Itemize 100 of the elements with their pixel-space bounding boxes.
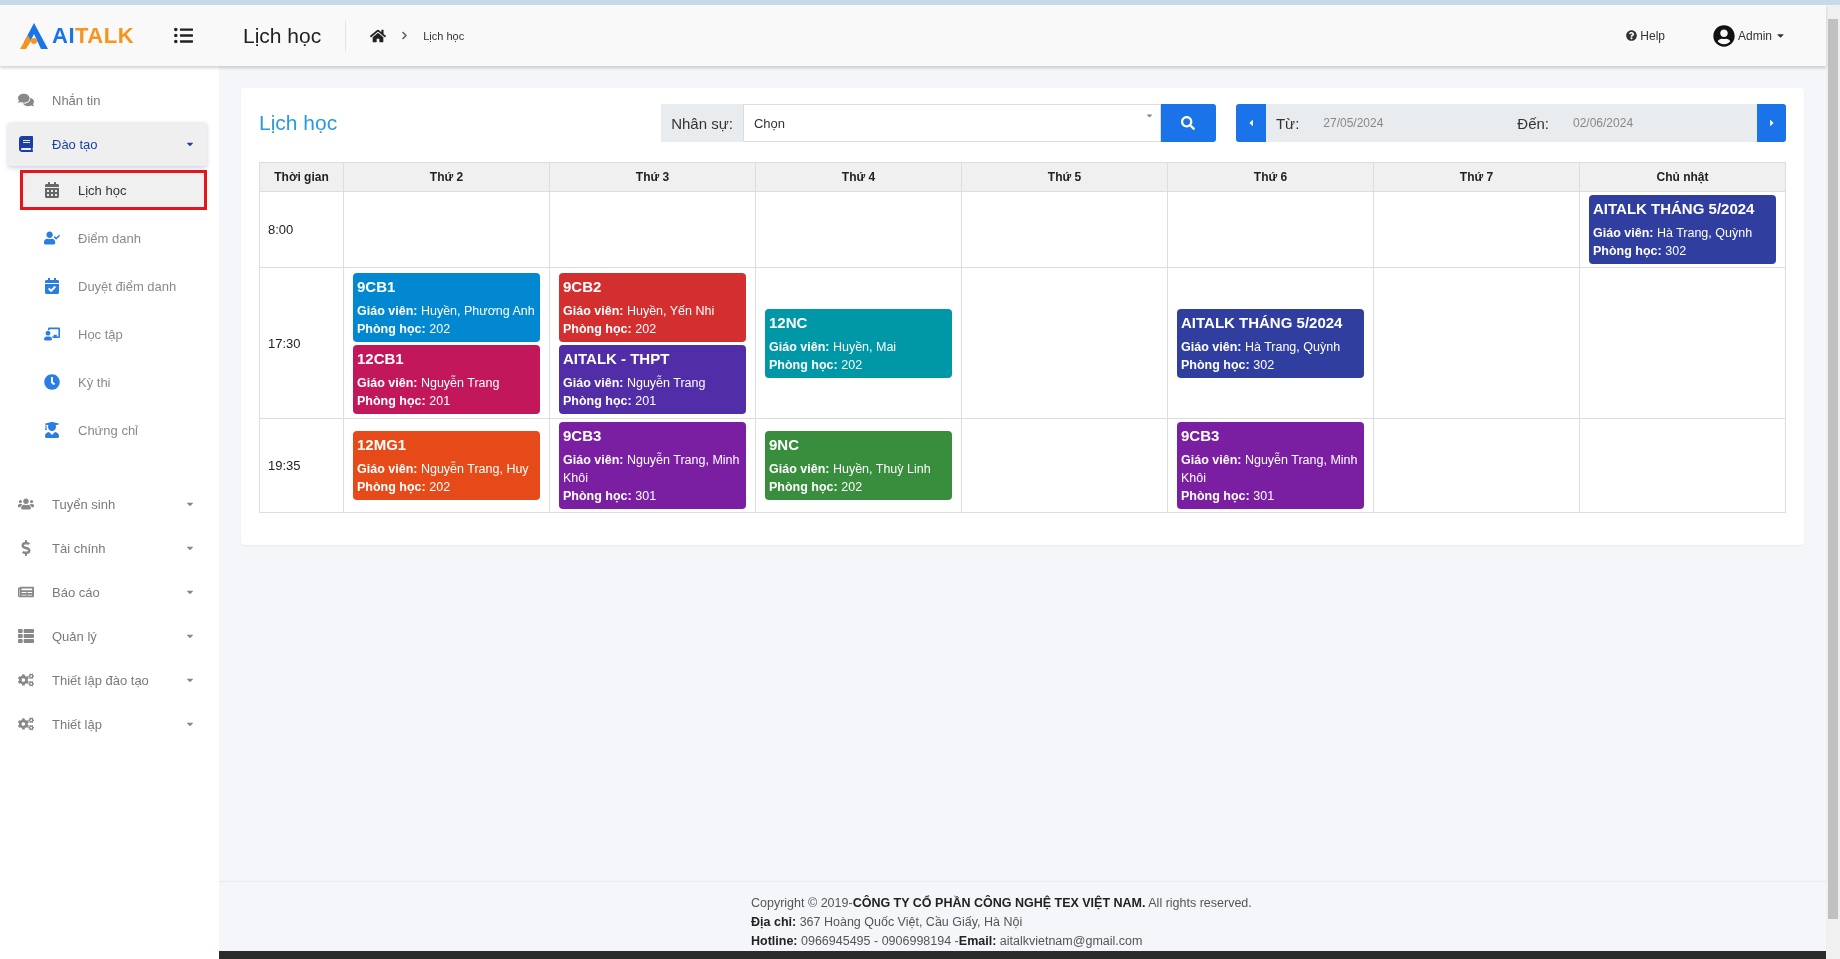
previous-button[interactable] [1235,104,1266,142]
class-title: 9CB2 [563,277,603,296]
to-date-field[interactable]: 02/06/2024 [1559,104,1757,142]
room-text: Phòng học: 301 [1181,488,1276,505]
room-text: Phòng học: 302 [1181,356,1276,374]
user-check-icon [44,230,60,246]
sidebar-subitem[interactable]: Điểm danh [20,218,207,258]
sidebar-item[interactable]: Thiết lập đào tạo [8,658,207,702]
teacher-text: Giáo viên: Huyền, Thuỳ Linh [769,461,932,478]
page-title: Lịch học [219,20,347,51]
column-header: Thứ 2 [343,162,550,192]
help-icon [1626,30,1638,41]
card-title: Lịch học [259,111,339,135]
footer-text: Copyright © 2019-CÔNG TY CỔ PHẦN CÔNG NGHỆ TEX VIỆT NAM. All rights reserved. [751,894,1253,912]
from-date-field[interactable]: 27/05/2024 [1309,104,1508,142]
room-text: Phòng học: 302 [1593,243,1688,260]
menu-icon[interactable] [174,26,194,45]
class-event[interactable]: AITALK - THPT Giáo viên: Nguyễn Trang Phòng học: 201 [559,344,746,414]
sidebar-subitem[interactable]: Học tập [20,314,207,354]
teacher-icon [44,326,60,342]
class-event[interactable]: 12NC Giáo viên: Huyền, Mai Phòng học: 202 [765,308,952,378]
teacher-text: Giáo viên: Hà Trang, Quỳnh [1593,225,1754,242]
to-label: Đến: [1507,104,1559,142]
column-header: Thời gian [259,162,344,192]
room-text: Phòng học: 301 [563,488,658,505]
class-event[interactable]: 9CB3 Giáo viên: Nguyễn Trang, Minh Khôi Phòng học: 301 [559,422,746,509]
calendar-icon [44,182,60,198]
class-event[interactable]: 12MG1 Giáo viên: Nguyễn Trang, Huy Phòng học: 202 [353,431,540,500]
class-title: 12MG1 [357,436,408,454]
clock-icon [44,374,60,390]
caret-icon [1144,111,1154,120]
teacher-text: Giáo viên: Huyền, Yến Nhi [563,302,716,320]
chevron-icon [400,31,410,40]
newspaper-icon [18,584,34,600]
column-header: Thứ 6 [1167,162,1374,192]
teacher-text: Giáo viên: Nguyễn Trang, Minh Khôi [563,451,741,487]
scrollbar[interactable] [1826,5,1840,959]
sidebar-item[interactable]: Thiết lập [8,702,207,746]
column-header: Thứ 7 [1373,162,1580,192]
sidebar-subitem[interactable]: Lịch học [20,170,207,210]
class-title: 9NC [769,436,800,454]
graduate-icon [44,422,60,438]
sidebar-subitem[interactable]: Chứng chỉ [20,410,207,450]
time-cell: 19:35 [259,418,344,513]
sidebar-item[interactable]: Tuyển sinh [8,482,207,526]
avatar-icon [1713,24,1735,47]
teacher-text: Giáo viên: Huyền, Phương Anh [357,302,536,320]
sidebar-subitem[interactable]: Duyệt điểm danh [20,266,207,306]
teacher-text: Giáo viên: Nguyễn Trang [357,374,501,392]
logo-text: AITALK [52,22,135,49]
class-title: AITALK THÁNG 5/2024 [1181,313,1344,332]
chat-icon [18,92,34,108]
sidebar-subitem[interactable]: Kỳ thi [20,362,207,402]
class-title: 12CB1 [357,349,405,368]
teacher-text: Giáo viên: Hà Trang, Quỳnh [1181,338,1342,356]
class-event[interactable]: 9NC Giáo viên: Huyền, Thuỳ Linh Phòng học: 202 [765,431,952,500]
class-title: 9CB1 [357,277,397,296]
gears-icon [18,672,34,688]
class-event[interactable]: 12CB1 Giáo viên: Nguyễn Trang Phòng học: 201 [353,344,540,414]
class-title: 9CB3 [563,427,603,445]
time-cell: 17:30 [259,267,344,419]
search-button[interactable] [1160,104,1216,142]
class-title: 9CB3 [1181,427,1221,445]
user-menu[interactable]: Admin [1713,24,1786,47]
class-event[interactable]: AITALK THÁNG 5/2024 Giáo viên: Hà Trang, Quỳnh Phòng học: 302 [1589,195,1776,264]
sidebar-item[interactable]: Tài chính [8,526,207,570]
teacher-text: Giáo viên: Nguyễn Trang, Minh Khôi [1181,451,1359,487]
home-icon[interactable] [370,27,387,44]
teacher-text: Giáo viên: Nguyễn Trang [563,374,707,392]
column-header: Thứ 3 [549,162,756,192]
column-header: Thứ 4 [755,162,962,192]
class-title: 12NC [769,313,809,332]
room-text: Phòng học: 201 [563,392,658,410]
sidebar-item[interactable]: Báo cáo [8,570,207,614]
class-event[interactable]: 9CB2 Giáo viên: Huyền, Yến Nhi Phòng học: 202 [559,272,746,342]
search-icon [1181,116,1196,130]
class-event[interactable]: 9CB1 Giáo viên: Huyền, Phương Anh Phòng học: 202 [353,272,540,342]
list-icon [18,628,34,644]
staff-label: Nhân sự: [661,104,743,142]
sidebar-item[interactable]: Nhắn tin [8,78,207,122]
class-event[interactable]: AITALK THÁNG 5/2024 Giáo viên: Hà Trang, Quỳnh Phòng học: 302 [1177,308,1364,378]
room-text: Phòng học: 202 [357,320,452,338]
help-link[interactable]: Help [1626,28,1665,43]
sidebar-item[interactable]: Quản lý [8,614,207,658]
room-text: Phòng học: 202 [769,356,864,374]
breadcrumb-item: Lịch học [423,29,465,42]
room-text: Phòng học: 202 [563,320,658,338]
staff-select[interactable]: Chọn [742,104,1161,142]
class-title: AITALK - THPT [563,349,671,368]
calendar-check-icon [44,278,60,294]
teacher-text: Giáo viên: Nguyễn Trang, Huy [357,460,530,478]
class-event[interactable]: 9CB3 Giáo viên: Nguyễn Trang, Minh Khôi Phòng học: 301 [1177,422,1364,509]
column-header: Chủ nhật [1579,162,1786,192]
column-header: Thứ 5 [961,162,1168,192]
sidebar-item[interactable]: Đào tạo [8,122,207,166]
room-text: Phòng học: 201 [357,392,452,410]
book-icon [18,136,34,152]
room-text: Phòng học: 202 [769,479,864,496]
gears-icon [18,716,34,732]
footer-text: Hotline: 0966945495 - 0906998194 -Email: aitalkvietnam@gmail.com [751,933,1144,950]
